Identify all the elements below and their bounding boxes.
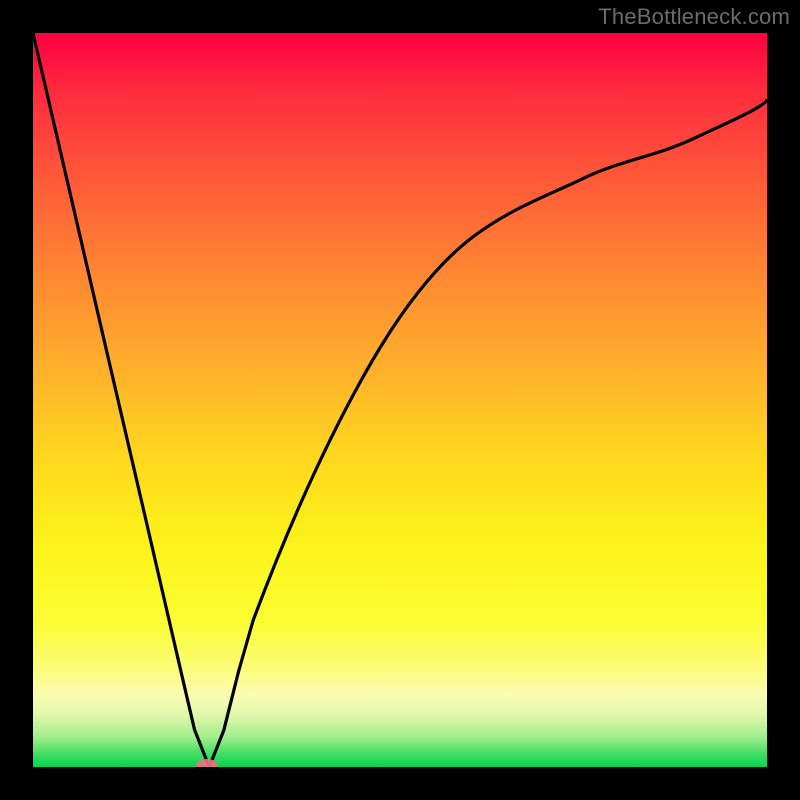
watermark-text: TheBottleneck.com bbox=[598, 4, 790, 30]
chart-frame: TheBottleneck.com bbox=[0, 0, 800, 800]
plot-area bbox=[33, 33, 767, 767]
curve-path bbox=[33, 33, 767, 767]
bottleneck-curve bbox=[33, 33, 767, 767]
notch-marker bbox=[196, 759, 218, 767]
